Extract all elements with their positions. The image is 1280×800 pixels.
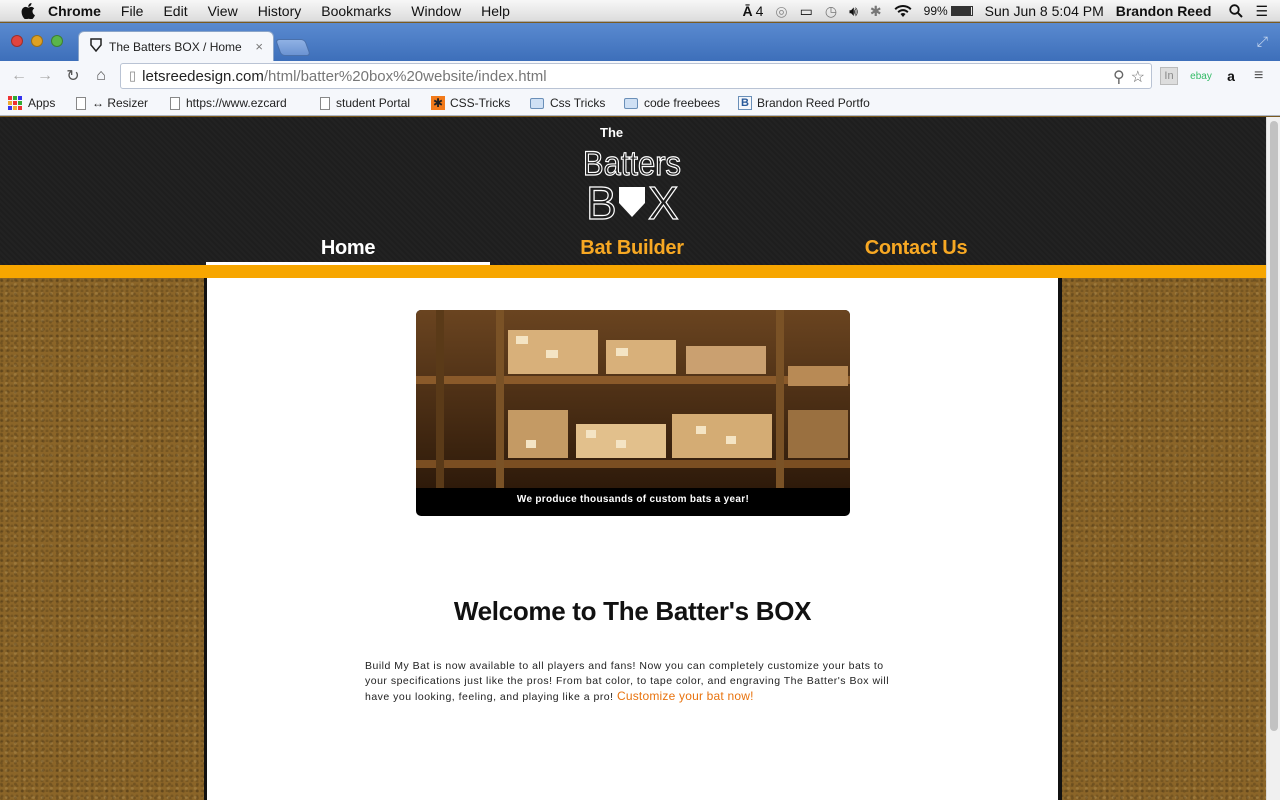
back-arrow-icon[interactable]: ← [8,65,30,87]
folder-icon [624,97,638,109]
bookmark-label: Apps [28,96,56,110]
bookmark-css-tricks[interactable]: ✱ CSS-Tricks [431,96,510,110]
file-icon [76,96,86,110]
minimize-window-button[interactable] [31,35,43,47]
hero-slider: We produce thousands of custom bats a ye… [416,310,850,516]
volume-icon[interactable]: 🔊︎ [849,3,858,20]
scrollbar-thumb[interactable] [1270,121,1278,731]
main-content: We produce thousands of custom bats a ye… [204,278,1062,800]
tab-strip: The Batters BOX / Home × ⤢ [0,23,1280,61]
url-path: /html/batter%20box%20website/index.html [263,67,547,85]
bookmark-label: ↔ Resizer [92,96,149,110]
address-bar[interactable]: ▯ letsreedesign.com /html/batter%20box%2… [120,63,1152,89]
creative-cloud-icon[interactable]: ◎ [775,3,787,20]
css-tricks-star-icon: ✱ [431,96,445,110]
forward-arrow-icon[interactable]: → [34,65,56,87]
battery-icon [950,6,973,16]
fullscreen-icon[interactable]: ⤢ [1257,33,1268,50]
bookmark-star-icon[interactable]: ☆ [1131,67,1145,87]
file-icon [320,96,330,110]
menu-help[interactable]: Help [481,3,510,19]
bookmark-folder-css-tricks[interactable]: Css Tricks [530,96,605,110]
user-name[interactable]: Brandon Reed [1116,3,1212,19]
bookmark-brandon-reed-portfolio[interactable]: B Brandon Reed Portfo [738,96,872,110]
url-host: letsreedesign.com [142,67,264,85]
macos-menu-bar: Chrome File Edit View History Bookmarks … [0,0,1280,22]
intro-paragraph: Build My Bat is now available to all pla… [365,659,905,705]
orange-divider [0,265,1266,278]
site-nav: Home Bat Builder Contact Us [206,237,1059,265]
bookmark-label: CSS-Tricks [450,96,511,110]
amazon-extension-icon[interactable]: a [1222,67,1240,85]
bookmark-label: Brandon Reed Portfo [757,96,870,110]
nav-home[interactable]: Home [206,237,490,265]
tab-batters-box-home[interactable]: The Batters BOX / Home × [78,31,274,61]
spotlight-icon[interactable] [1229,4,1244,18]
bookmark-student-portal[interactable]: student Portal [320,96,410,110]
logo-line3-b: B [586,177,617,225]
folder-icon [530,97,544,109]
hero-caption: We produce thousands of custom bats a ye… [516,494,750,505]
time-machine-icon[interactable]: ◷ [825,3,837,20]
page-scrollbar[interactable] [1266,117,1280,800]
bookmark-label: https://www.ezcard [186,96,287,110]
adobe-status[interactable]: Ā4 [742,3,763,19]
menu-window[interactable]: Window [411,3,461,19]
battery-status[interactable]: 99% [924,4,973,18]
menu-bookmarks[interactable]: Bookmarks [321,3,391,19]
site-header: The Batters B X Home Bat Builder Contact… [0,117,1266,265]
adobe-count: 4 [755,3,764,19]
customize-bat-link[interactable]: Customize your bat now! [617,689,754,703]
home-plate-icon [619,187,645,217]
search-icon[interactable]: ⚲ [1113,67,1125,87]
bookmark-label: student Portal [336,96,411,110]
page-viewport: The Batters B X Home Bat Builder Contact… [0,117,1266,800]
apps-grid-icon [8,96,22,110]
notification-center-icon[interactable]: ☰ [1255,3,1268,20]
airplay-icon[interactable]: ▭ [800,3,813,20]
file-icon [170,96,180,110]
adobe-icon: Ā [742,3,753,19]
bookmarks-bar: Apps ↔ Resizer https://www.ezcard studen… [0,91,1280,116]
browser-toolbar: ← → ↻ ⌂ ▯ letsreedesign.com /html/batter… [0,61,1280,91]
close-window-button[interactable] [11,35,23,47]
batters-box-logo[interactable]: The Batters B X [580,121,684,230]
bookmark-label: Css Tricks [550,96,606,110]
menu-app-chrome[interactable]: Chrome [48,3,101,19]
bookmark-ezcard[interactable]: https://www.ezcard [170,96,300,110]
new-tab-button[interactable] [274,39,312,56]
lumber-warehouse-image [416,310,850,488]
bookmark-folder-code-freebees[interactable]: code freebees [624,96,720,110]
home-icon[interactable]: ⌂ [90,65,112,87]
apple-menu-icon[interactable] [20,2,36,19]
logo-line3-x: X [648,177,679,225]
menu-edit[interactable]: Edit [163,3,187,19]
reload-icon[interactable]: ↻ [62,65,84,87]
bookmark-apps[interactable]: Apps [8,96,55,110]
linkedin-extension-icon[interactable]: In [1160,67,1178,85]
welcome-heading: Welcome to The Batter's BOX [453,596,812,626]
tab-title: The Batters BOX / Home [109,39,242,54]
portfolio-b-icon: B [738,96,752,110]
bookmark-label: code freebees [644,96,721,110]
menu-history[interactable]: History [258,3,302,19]
bookmark-resizer[interactable]: ↔ Resizer [76,96,148,110]
chrome-menu-icon[interactable]: ≡ [1254,67,1263,85]
battery-percent: 99% [923,4,948,18]
logo-line1: The [600,125,623,140]
menu-file[interactable]: File [121,3,144,19]
wifi-icon[interactable] [894,4,912,18]
tab-close-icon[interactable]: × [255,39,263,54]
clock[interactable]: Sun Jun 8 5:04 PM [985,3,1104,19]
bluetooth-icon[interactable]: ✱ [870,3,882,20]
menu-view[interactable]: View [208,3,238,19]
ebay-extension-icon[interactable]: ebay [1190,67,1212,85]
nav-bat-builder[interactable]: Bat Builder [490,237,774,265]
shield-favicon-icon [89,38,103,55]
page-icon: ▯ [129,68,137,83]
nav-contact-us[interactable]: Contact Us [774,237,1058,265]
zoom-window-button[interactable] [51,35,63,47]
